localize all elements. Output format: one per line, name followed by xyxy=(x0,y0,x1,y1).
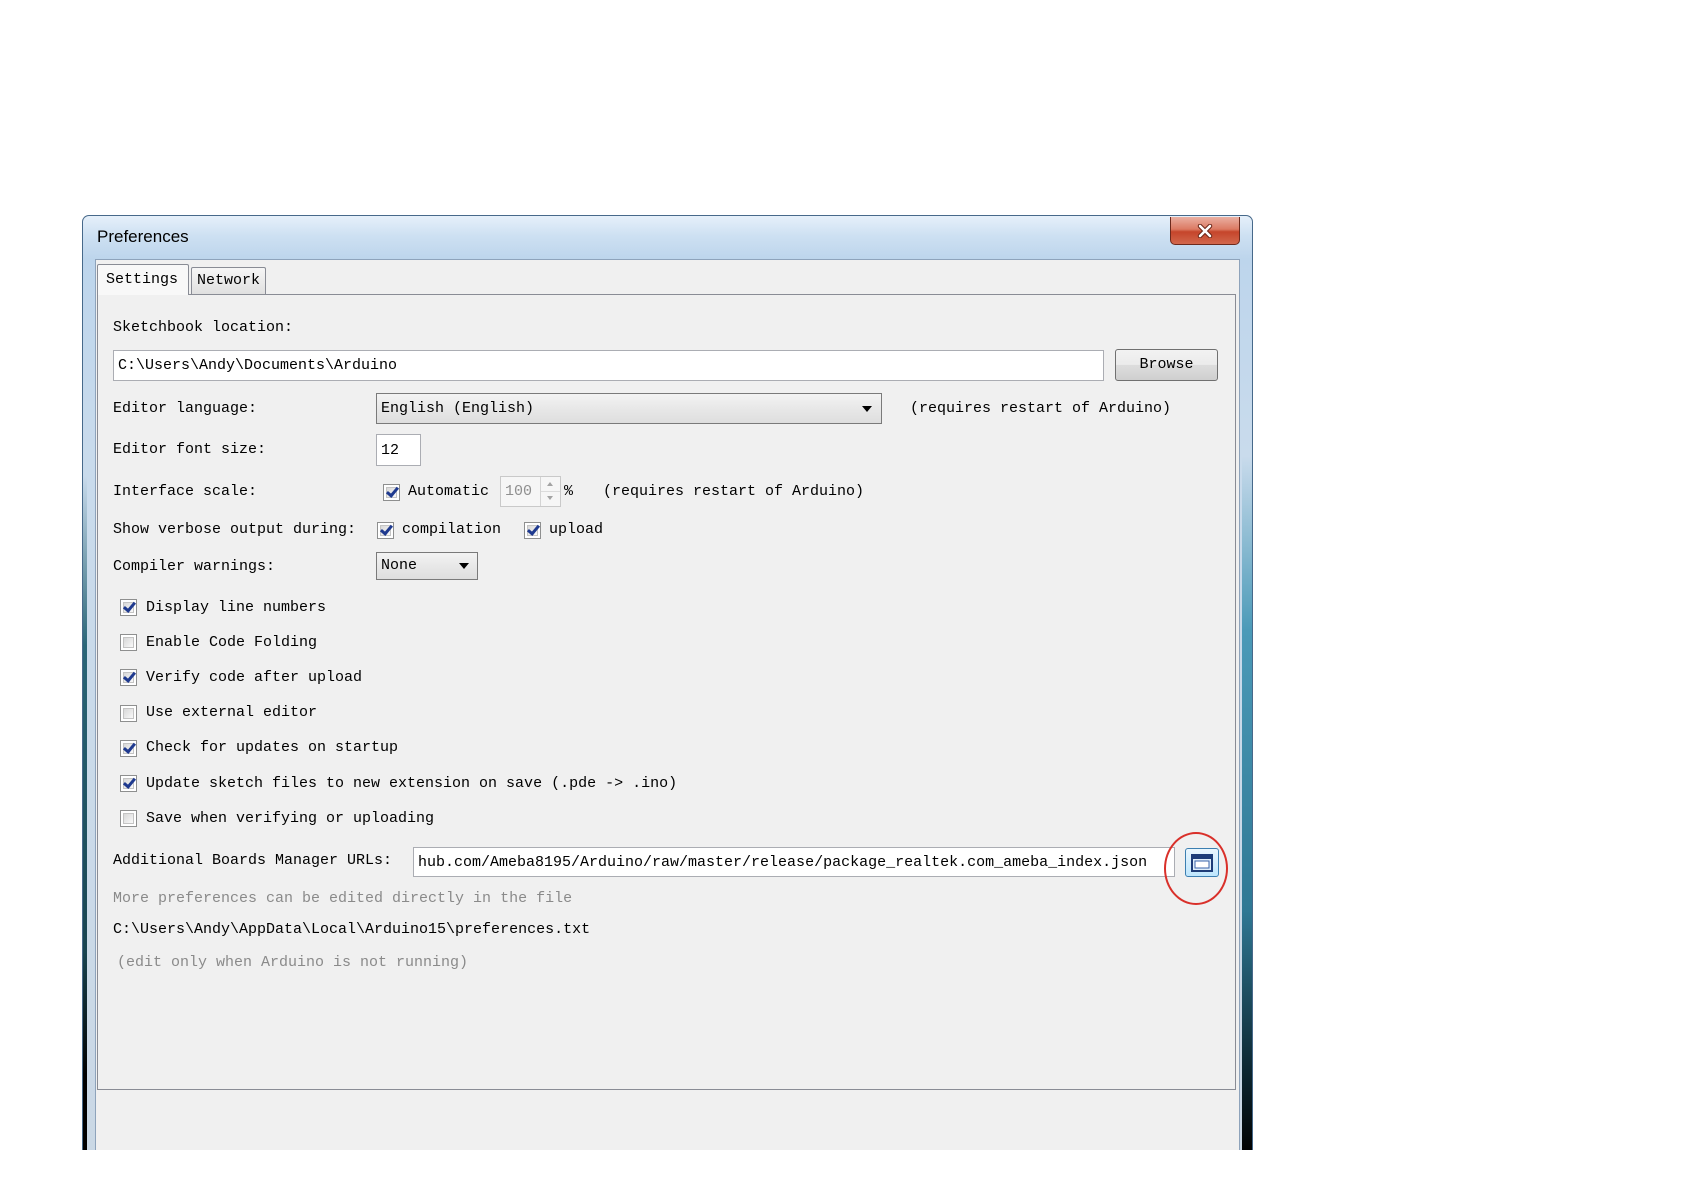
verbose-upload-checkbox[interactable] xyxy=(524,522,541,539)
dialog-client-area: Settings Network Sketchbook location: Br… xyxy=(95,259,1240,1150)
chevron-down-icon xyxy=(862,405,872,412)
edit-only-note: (edit only when Arduino is not running) xyxy=(117,954,469,971)
compiler-warnings-select[interactable]: None xyxy=(376,552,478,580)
tab-settings[interactable]: Settings xyxy=(97,264,189,295)
verbose-output-label: Show verbose output during: xyxy=(113,521,357,538)
interface-scale-restart-note: (requires restart of Arduino) xyxy=(603,483,865,500)
sketchbook-location-input[interactable] xyxy=(113,350,1104,381)
tab-network[interactable]: Network xyxy=(191,267,266,294)
option-checkbox[interactable] xyxy=(120,739,137,757)
option-label: Save when verifying or uploading xyxy=(146,809,435,827)
interface-scale-spinner[interactable]: 100 xyxy=(500,476,561,507)
option-label: Use external editor xyxy=(146,704,318,722)
option-checkbox[interactable] xyxy=(120,775,137,793)
automatic-scale-checkbox[interactable] xyxy=(383,484,400,501)
option-checkbox[interactable] xyxy=(120,634,137,652)
option-label: Verify code after upload xyxy=(146,668,363,686)
preferences-window: Preferences Settings Network Sketchbook … xyxy=(82,215,1253,1150)
sketchbook-location-label: Sketchbook location: xyxy=(113,319,294,336)
more-preferences-note: More preferences can be edited directly … xyxy=(113,890,573,907)
editor-language-select[interactable]: English (English) xyxy=(376,393,882,424)
option-checkbox[interactable] xyxy=(120,704,137,722)
options-list: Display line numbers Enable Code Folding… xyxy=(120,590,677,836)
option-display-line-numbers[interactable]: Display line numbers xyxy=(120,590,677,625)
compiler-warnings-label: Compiler warnings: xyxy=(113,558,276,575)
window-title: Preferences xyxy=(97,227,189,246)
boards-manager-urls-input[interactable] xyxy=(413,847,1175,877)
spinner-buttons xyxy=(540,477,560,506)
window-edge-right xyxy=(1242,456,1252,1150)
editor-font-size-input[interactable] xyxy=(376,434,421,466)
option-checkbox[interactable] xyxy=(120,599,137,617)
option-enable-code-folding[interactable]: Enable Code Folding xyxy=(120,625,677,660)
option-use-external-editor[interactable]: Use external editor xyxy=(120,696,677,731)
window-icon xyxy=(1191,853,1213,872)
automatic-scale-label: Automatic xyxy=(408,483,490,500)
interface-scale-value: 100 xyxy=(505,483,533,500)
option-verify-after-upload[interactable]: Verify code after upload xyxy=(120,660,677,695)
option-label: Update sketch files to new extension on … xyxy=(146,774,678,792)
chevron-down-icon xyxy=(459,563,469,569)
spinner-down-icon[interactable] xyxy=(541,492,560,506)
editor-language-label: Editor language: xyxy=(113,400,258,417)
option-label: Enable Code Folding xyxy=(146,633,318,651)
compiler-warnings-value: None xyxy=(381,557,418,574)
option-save-when-verifying[interactable]: Save when verifying or uploading xyxy=(120,801,677,836)
option-checkbox[interactable] xyxy=(120,669,137,687)
editor-language-value: English (English) xyxy=(381,399,535,417)
edit-urls-button[interactable] xyxy=(1185,848,1219,877)
close-icon xyxy=(1197,223,1213,238)
close-button[interactable] xyxy=(1170,217,1240,245)
interface-scale-label: Interface scale: xyxy=(113,483,258,500)
editor-font-size-label: Editor font size: xyxy=(113,441,267,458)
option-label: Check for updates on startup xyxy=(146,739,399,757)
window-edge-left xyxy=(83,476,87,1150)
preferences-file-path: C:\Users\Andy\AppData\Local\Arduino15\pr… xyxy=(113,921,591,938)
option-update-sketch-extension[interactable]: Update sketch files to new extension on … xyxy=(120,766,677,801)
spinner-up-icon[interactable] xyxy=(541,477,560,492)
settings-panel: Sketchbook location: Browse Editor langu… xyxy=(97,294,1236,1090)
tab-network-label: Network xyxy=(197,272,261,289)
tab-settings-label: Settings xyxy=(106,271,179,288)
verbose-compilation-checkbox[interactable] xyxy=(377,522,394,539)
option-checkbox[interactable] xyxy=(120,810,137,828)
verbose-compilation-label: compilation xyxy=(402,521,502,538)
browse-button[interactable]: Browse xyxy=(1115,349,1218,381)
option-label: Display line numbers xyxy=(146,598,327,616)
interface-scale-unit: % xyxy=(564,483,574,500)
verbose-upload-label: upload xyxy=(549,521,604,538)
option-check-updates[interactable]: Check for updates on startup xyxy=(120,731,677,766)
boards-manager-urls-label: Additional Boards Manager URLs: xyxy=(113,852,393,869)
editor-language-restart-note: (requires restart of Arduino) xyxy=(910,400,1172,417)
